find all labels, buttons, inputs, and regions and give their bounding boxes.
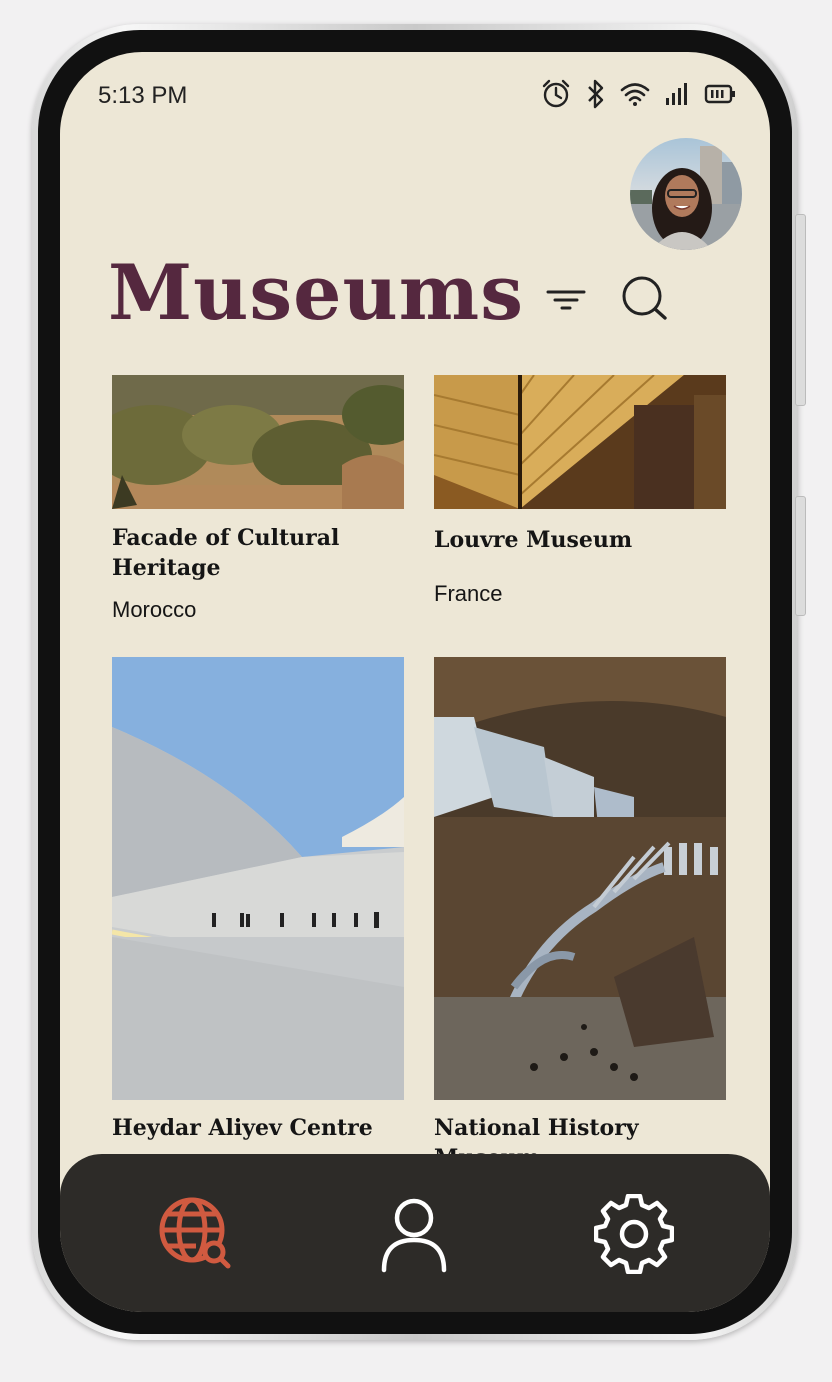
avatar[interactable] [630,138,742,250]
phone-bezel: 5:13 PM Museums Facade of Cultural Herit… [38,30,792,1334]
museum-country: Morocco [112,597,197,622]
page-title: Museums [108,248,524,337]
bottom-nav [60,1154,770,1312]
nav-explore[interactable] [156,1194,236,1274]
museum-country: France [434,581,503,606]
wifi-icon [620,83,650,106]
museum-photo [112,375,404,509]
filter-icon [546,290,586,310]
nav-profile[interactable] [374,1194,454,1274]
museum-name: Facade of Cultural Heritage [112,525,340,581]
volume-button [795,214,806,406]
gear-icon [593,1193,675,1275]
search-button[interactable] [620,272,670,322]
globe-search-icon [159,1197,231,1269]
museum-name: Louvre Museum [434,527,633,553]
status-icons [540,78,736,110]
nav-settings[interactable] [593,1193,675,1275]
user-icon [381,1198,447,1273]
museum-photo [434,657,726,1100]
signal-icon [666,83,687,105]
bluetooth-icon [588,79,604,109]
museum-photo [434,375,726,509]
avatar-photo [630,146,742,250]
museum-name: Heydar Aliyev Centre [112,1115,373,1141]
search-icon [622,276,667,320]
power-button [795,496,806,616]
museum-photo [112,657,404,1100]
alarm-icon [542,79,570,108]
screen: 5:13 PM Museums Facade of Cultural Herit… [60,52,770,1312]
battery-icon [704,84,735,104]
phone-frame: 5:13 PM Museums Facade of Cultural Herit… [32,24,806,1340]
filter-button[interactable] [544,280,588,320]
status-time: 5:13 PM [98,82,188,109]
